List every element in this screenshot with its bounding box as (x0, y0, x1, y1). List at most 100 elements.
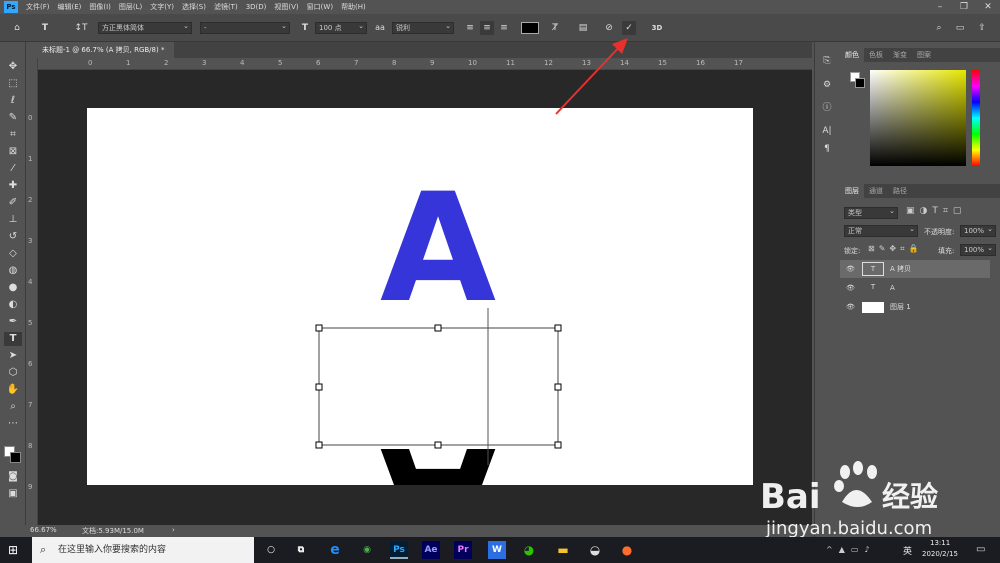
edge-icon[interactable]: e (326, 541, 344, 559)
move-tool-icon[interactable]: ✥ (4, 60, 22, 74)
stamp-tool-icon[interactable]: ⊥ (4, 213, 22, 227)
taskbar-search-box[interactable]: ⌕ 在这里输入你要搜索的内容 (32, 537, 254, 563)
history-panel-icon[interactable]: ⎘ (820, 56, 834, 70)
file-explorer-icon[interactable]: ▬ (554, 541, 572, 559)
menu-select[interactable]: 选择(S) (178, 0, 210, 14)
tab-patterns[interactable]: 图案 (912, 48, 936, 62)
dodge-tool-icon[interactable]: ◐ (4, 298, 22, 312)
zoom-level[interactable]: 66.67% (30, 526, 57, 534)
clock-time[interactable]: 13:11 (930, 539, 950, 547)
quick-mask-icon[interactable]: ◙ (4, 470, 22, 484)
after-effects-icon[interactable]: Ae (422, 541, 440, 559)
menu-file[interactable]: 文件(F) (22, 0, 54, 14)
opacity-input[interactable]: 100% (960, 224, 996, 237)
premiere-icon[interactable]: Pr (454, 541, 472, 559)
photoshop-task-icon[interactable]: Ps (390, 541, 408, 559)
shape-tool-icon[interactable]: ⬡ (4, 366, 22, 380)
transform-handle[interactable] (315, 441, 323, 449)
menu-help[interactable]: 帮助(H) (337, 0, 370, 14)
info-panel-icon[interactable]: ⓘ (820, 100, 834, 114)
transform-handle[interactable] (554, 324, 562, 332)
blur-tool-icon[interactable]: ● (4, 281, 22, 295)
antialias-select[interactable]: 锐利 (392, 21, 454, 34)
tab-layers[interactable]: 图层 (840, 184, 864, 198)
visibility-eye-icon[interactable]: 👁 (846, 298, 855, 316)
type-tool-icon[interactable]: T (4, 332, 22, 346)
adjust-panel-icon[interactable]: ⚙ (820, 80, 834, 94)
background-color-swatch[interactable] (10, 452, 21, 463)
align-center-icon[interactable]: ≡ (480, 21, 494, 35)
browser-360-icon[interactable]: ◉ (358, 541, 376, 559)
frame-tool-icon[interactable]: ⊠ (4, 145, 22, 159)
healing-tool-icon[interactable]: ✚ (4, 179, 22, 193)
close-icon[interactable]: ✕ (976, 0, 1000, 14)
align-left-icon[interactable]: ≡ (463, 21, 477, 35)
transform-handle[interactable] (434, 441, 442, 449)
brush-tool-icon[interactable]: ✐ (4, 196, 22, 210)
paint-bucket-icon[interactable]: ◍ (4, 264, 22, 278)
wps-icon[interactable]: W (488, 541, 506, 559)
transform-handle[interactable] (554, 383, 562, 391)
marquee-tool-icon[interactable]: ⬚ (4, 77, 22, 91)
blend-mode-select[interactable]: 正常 (844, 224, 918, 237)
tab-channels[interactable]: 通道 (864, 184, 888, 198)
hue-slider[interactable] (972, 70, 980, 166)
pen-tool-icon[interactable]: ✒ (4, 315, 22, 329)
font-size-select[interactable]: 100 点 (315, 21, 367, 34)
document-tab[interactable]: 未标题-1 @ 66.7% (A 拷贝, RGB/8) * × (38, 42, 174, 70)
share-icon[interactable]: ⇪ (975, 21, 989, 35)
more-tools-icon[interactable]: ⋯ (4, 417, 22, 431)
home-icon[interactable]: ⌂ (10, 21, 24, 35)
screen-mode-icon[interactable]: ▣ (4, 487, 22, 501)
menu-type[interactable]: 文字(Y) (146, 0, 178, 14)
text-layer-a[interactable]: A (380, 162, 496, 336)
layer-filter-select[interactable]: 类型 (844, 206, 898, 219)
color-field[interactable] (870, 70, 966, 166)
3d-button[interactable]: 3D (650, 21, 664, 35)
tab-gradients[interactable]: 渐变 (888, 48, 912, 62)
menu-edit[interactable]: 编辑(E) (54, 0, 86, 14)
menu-view[interactable]: 视图(V) (270, 0, 302, 14)
quick-select-tool-icon[interactable]: ✎ (4, 111, 22, 125)
lock-icons[interactable]: ⊠✎✥⌗🔒 (868, 244, 923, 254)
zoom-tool-icon[interactable]: ⌕ (4, 400, 22, 414)
search-icon[interactable]: ⌕ (932, 21, 946, 35)
ime-indicator[interactable]: 英 (903, 544, 912, 557)
text-orientation-icon[interactable]: ↕T (74, 21, 88, 35)
layer-row[interactable]: 👁 T A 拷贝 (840, 260, 990, 278)
document-canvas[interactable]: A A (87, 108, 753, 485)
font-family-select[interactable]: 方正黑体简体 (98, 21, 192, 34)
transform-handle[interactable] (434, 324, 442, 332)
tab-paths[interactable]: 路径 (888, 184, 912, 198)
menu-filter[interactable]: 滤镜(T) (210, 0, 242, 14)
layer-row[interactable]: 👁 T A (840, 279, 990, 297)
clock-date[interactable]: 2020/2/15 (922, 550, 958, 558)
hand-tool-icon[interactable]: ✋ (4, 383, 22, 397)
firefox-icon[interactable]: ● (618, 541, 636, 559)
menu-window[interactable]: 窗口(W) (303, 0, 337, 14)
visibility-eye-icon[interactable]: 👁 (846, 279, 855, 297)
lasso-tool-icon[interactable]: ℓ (4, 94, 22, 108)
transform-handle[interactable] (315, 383, 323, 391)
status-menu-arrow[interactable]: › (172, 526, 175, 534)
color-bg-swatch[interactable] (855, 78, 865, 88)
tab-swatches[interactable]: 色板 (864, 48, 888, 62)
notifications-icon[interactable]: ▭ (976, 544, 985, 555)
fill-input[interactable]: 100% (960, 243, 996, 256)
menu-3d[interactable]: 3D(D) (242, 0, 271, 14)
tab-color[interactable]: 颜色 (840, 48, 864, 62)
windows-start-icon[interactable]: ⊞ (8, 543, 22, 557)
history-brush-icon[interactable]: ↺ (4, 230, 22, 244)
text-color-swatch[interactable] (521, 22, 539, 34)
minimize-icon[interactable]: – (928, 0, 952, 14)
eraser-tool-icon[interactable]: ◇ (4, 247, 22, 261)
transform-handle[interactable] (554, 441, 562, 449)
character-panel-icon[interactable]: A| (820, 126, 834, 140)
text-layer-a-copy[interactable]: A (380, 413, 496, 485)
restore-icon[interactable]: ❐ (952, 0, 976, 14)
layer-row[interactable]: 👁 图层 1 (840, 298, 990, 316)
wechat-icon[interactable]: ◕ (520, 541, 538, 559)
paragraph-panel-icon[interactable]: ¶ (820, 144, 834, 158)
task-view-icon[interactable]: ⧉ (292, 541, 310, 559)
visibility-eye-icon[interactable]: 👁 (846, 260, 855, 278)
